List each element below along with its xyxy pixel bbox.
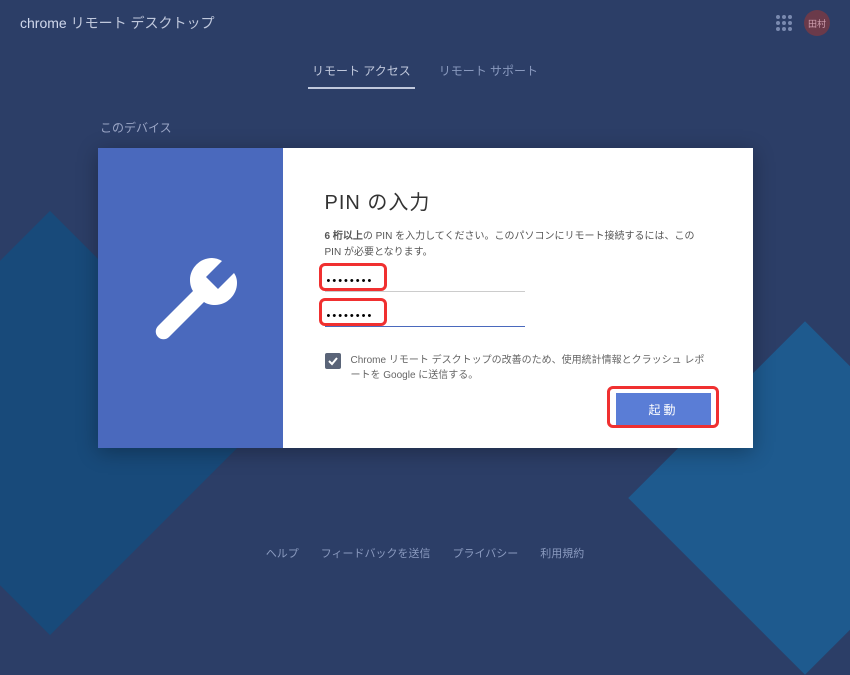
footer: ヘルプ フィードバックを送信 プライバシー 利用規約 xyxy=(0,545,850,561)
check-icon xyxy=(327,355,339,367)
checkbox-row: Chrome リモート デスクトップの改善のため、使用統計情報とクラッシュ レポ… xyxy=(325,353,711,383)
checkbox-label: Chrome リモート デスクトップの改善のため、使用統計情報とクラッシュ レポ… xyxy=(351,353,711,383)
app-title: chrome リモート デスクトップ xyxy=(20,13,214,33)
card-content: PIN の入力 6 桁以上の PIN を入力してください。このパソコンにリモート… xyxy=(283,148,753,448)
header: chrome リモート デスクトップ 田村 xyxy=(0,0,850,46)
stats-checkbox[interactable] xyxy=(325,353,341,369)
pin-setup-card: PIN の入力 6 桁以上の PIN を入力してください。このパソコンにリモート… xyxy=(98,148,753,448)
desc-rest: の PIN を入力してください。このパソコンにリモート接続するには、この PIN… xyxy=(325,231,695,258)
card-icon-panel xyxy=(98,148,283,448)
tab-remote-access[interactable]: リモート アクセス xyxy=(308,54,415,89)
pin-input-2[interactable] xyxy=(325,306,525,327)
app-title-prefix: chrome xyxy=(20,15,67,31)
footer-feedback[interactable]: フィードバックを送信 xyxy=(321,545,431,561)
section-this-device: このデバイス xyxy=(0,89,850,148)
dialog-title: PIN の入力 xyxy=(325,186,711,215)
dialog-description: 6 桁以上の PIN を入力してください。このパソコンにリモート接続するには、こ… xyxy=(325,229,711,261)
tab-remote-support[interactable]: リモート サポート xyxy=(435,54,542,89)
desc-bold: 6 桁以上 xyxy=(325,231,363,242)
apps-launcher-icon[interactable] xyxy=(776,15,792,31)
wrench-icon xyxy=(140,248,240,348)
start-button[interactable]: 起動 xyxy=(616,393,710,426)
pin-input-1[interactable] xyxy=(325,271,525,292)
footer-help[interactable]: ヘルプ xyxy=(266,545,299,561)
pin-field-1-wrap xyxy=(325,271,711,292)
header-left: chrome リモート デスクトップ xyxy=(20,13,214,33)
footer-privacy[interactable]: プライバシー xyxy=(453,545,519,561)
avatar[interactable]: 田村 xyxy=(804,10,830,36)
footer-terms[interactable]: 利用規約 xyxy=(540,545,584,561)
pin-field-2-wrap xyxy=(325,306,711,327)
button-row: 起動 xyxy=(325,393,711,426)
tabs: リモート アクセス リモート サポート xyxy=(0,46,850,89)
header-right: 田村 xyxy=(776,10,830,36)
app-title-suffix: リモート デスクトップ xyxy=(67,15,215,31)
